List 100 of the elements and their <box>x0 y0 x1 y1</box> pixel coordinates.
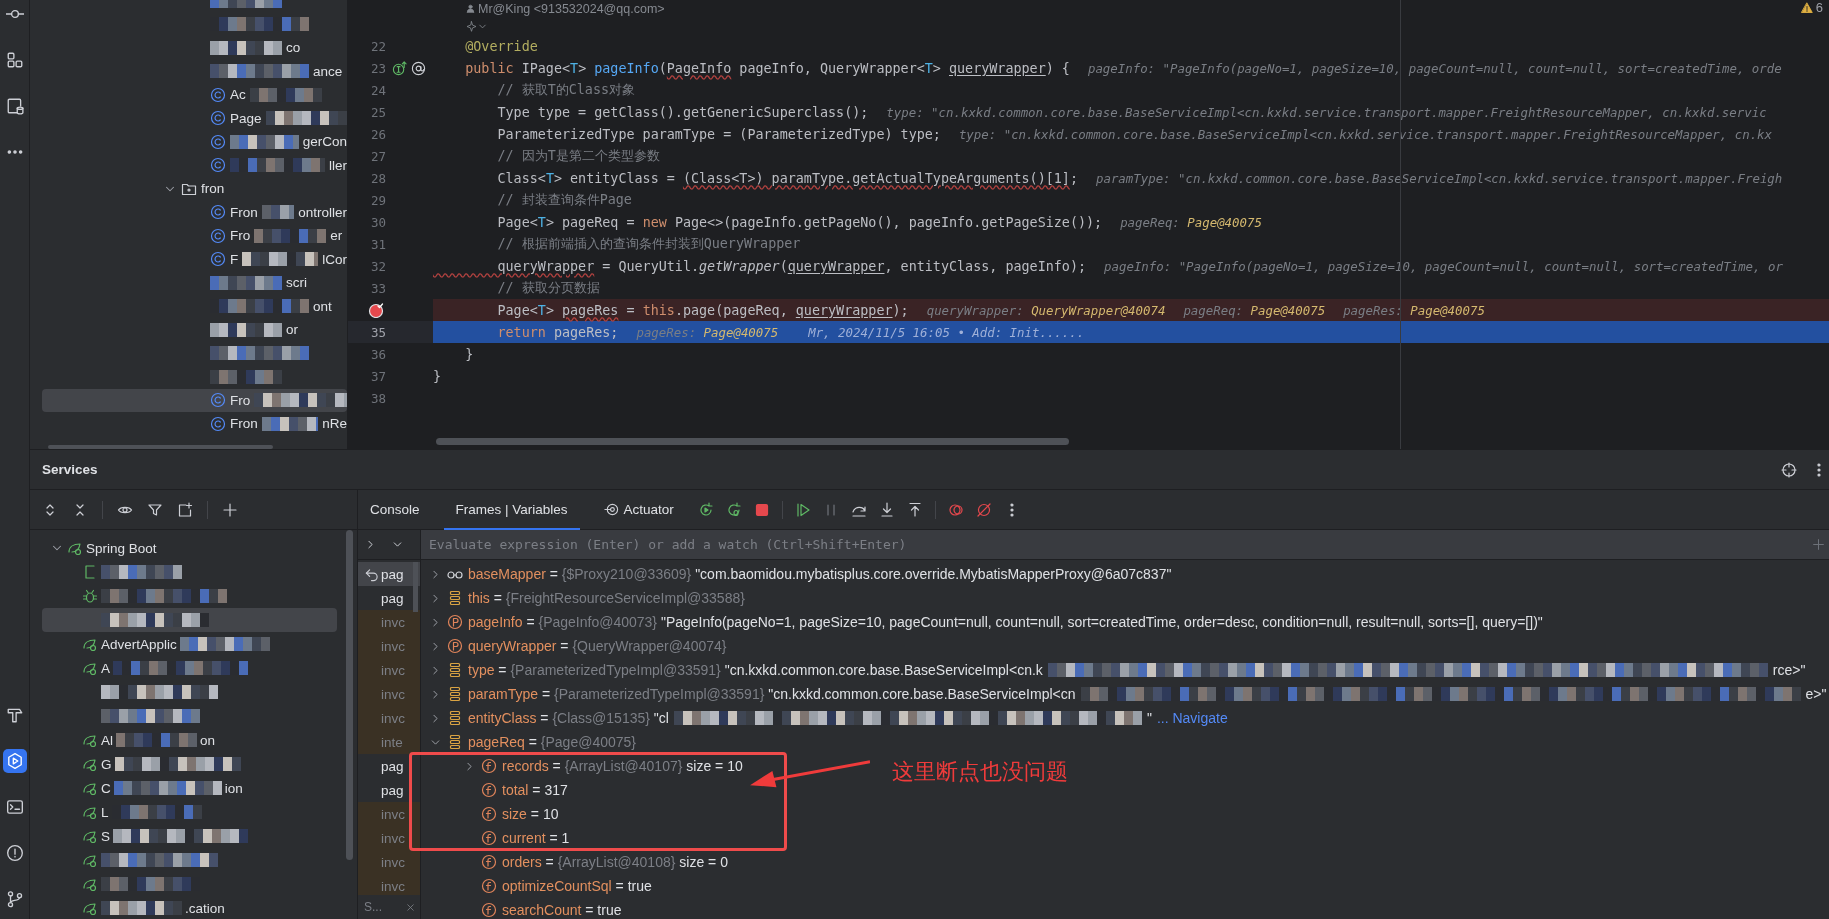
tree-item-label[interactable]: Ac <box>230 87 246 103</box>
variable-entry[interactable]: paramType = {ParameterizedTypeImpl@33591} "cn.kxkd.common.core.base.BaseServiceImpl<cn <box>468 686 1076 702</box>
tree-item[interactable]: ller <box>42 153 347 177</box>
tree-item-label[interactable]: ion <box>224 780 243 796</box>
variable-entry[interactable]: queryWrapper = {QueryWrapper@40074} <box>468 638 727 654</box>
variable-entry[interactable]: optimizeCountSql = true <box>502 878 652 894</box>
tree-item[interactable]: fron <box>42 177 347 201</box>
sparkle-icon[interactable] <box>466 20 477 32</box>
tree-item[interactable]: ance <box>42 59 347 83</box>
tree-item-label[interactable]: Al <box>101 732 113 748</box>
tree-item-label[interactable]: F <box>230 251 239 267</box>
tree-item-highlight[interactable] <box>42 608 337 632</box>
crosshair-icon[interactable] <box>1781 461 1797 478</box>
tree-item-label[interactable]: lCor <box>322 251 347 267</box>
tree-item[interactable]: AdvertApplic <box>42 632 337 656</box>
tree-item[interactable]: .cation <box>42 896 337 919</box>
tree-item-label[interactable]: L <box>101 804 109 820</box>
add-icon[interactable] <box>222 501 238 518</box>
tree-item[interactable]: A <box>42 656 337 680</box>
tree-item[interactable]: gerCon <box>42 130 347 154</box>
at-icon[interactable] <box>411 60 426 76</box>
scrollbar[interactable] <box>48 445 273 449</box>
implements-icon[interactable] <box>392 60 407 76</box>
frame-item[interactable]: pag <box>358 778 420 802</box>
filter-icon[interactable] <box>147 501 163 518</box>
tree-item-label[interactable]: .cation <box>185 900 225 916</box>
tree-item[interactable]: G <box>42 752 337 776</box>
tree-item[interactable]: or <box>42 318 347 342</box>
frame-item[interactable]: pag <box>358 586 420 610</box>
tree-item[interactable]: ont <box>42 294 347 318</box>
warning-count[interactable]: 6 <box>1815 0 1823 15</box>
tree-item-label[interactable]: ller <box>329 157 347 173</box>
tree-item-label[interactable]: Fro <box>230 228 251 244</box>
tree-item-label[interactable]: ance <box>313 63 343 79</box>
close-icon[interactable] <box>405 901 416 913</box>
new-tab-icon[interactable] <box>177 501 193 518</box>
breakpoints-icon[interactable] <box>947 501 964 518</box>
tree-item-label[interactable]: AdvertApplic <box>101 636 177 652</box>
tree-item-label[interactable]: co <box>286 40 301 56</box>
tab[interactable]: Actuator <box>591 489 686 530</box>
frame-item[interactable]: pag <box>358 562 420 586</box>
variable-entry[interactable]: pageReq = {Page@40075} <box>468 734 636 750</box>
scrollbar[interactable] <box>436 438 1069 445</box>
warning-icon[interactable] <box>1800 1 1813 14</box>
tree-item[interactable]: L <box>42 800 337 824</box>
tree-item-label[interactable]: ont <box>313 298 332 314</box>
tree-item[interactable]: C ion <box>42 776 337 800</box>
breakpoint-icon[interactable] <box>368 302 384 318</box>
services-icon[interactable] <box>2 749 27 773</box>
resume-icon[interactable] <box>794 501 811 518</box>
tree-item-label[interactable]: Fron <box>230 204 258 220</box>
variable-entry[interactable]: total = 317 <box>502 782 568 798</box>
tree-item-label[interactable]: fron <box>201 181 225 197</box>
tree-item-label[interactable]: C <box>101 780 111 796</box>
variable-entry[interactable]: size = 10 <box>502 806 559 822</box>
variable-entry[interactable]: this = {FreightResourceServiceImpl@33588} <box>468 590 745 606</box>
tree-item[interactable]: Fron nRe <box>42 412 347 436</box>
variable-entry[interactable]: pageInfo = {PageInfo@40073} "PageInfo(pageNo=1, pageSize=10, pageCount=null, count=null, sort=createdTime, order=desc, condition=null, result=null, sorts=[], query=[])" <box>468 614 1543 630</box>
variable-entry[interactable]: records = {ArrayList@40107} size = 10 <box>502 758 743 774</box>
rerun-debug-icon[interactable] <box>725 501 742 518</box>
tree-item-label[interactable]: scri <box>286 275 307 291</box>
tree-item-label[interactable]: Spring Boot <box>86 540 157 556</box>
tree-item-label[interactable]: Page <box>230 110 262 126</box>
variable-entry[interactable]: searchCount = true <box>502 902 622 918</box>
tree-item-label[interactable]: Fron <box>230 416 258 432</box>
author-label[interactable]: Mr@King <913532024@qq.com> <box>478 1 665 16</box>
tree-item-label[interactable]: gerCon <box>302 134 347 150</box>
tree-item-label[interactable]: er <box>330 228 343 244</box>
tree-item-label[interactable]: on <box>200 732 216 748</box>
tree-item-label[interactable]: nRe <box>322 416 347 432</box>
tree-item-label[interactable]: or <box>286 322 298 338</box>
thread-label[interactable]: S... <box>364 900 382 914</box>
variable-entry[interactable]: type = {ParameterizedTypeImpl@33591} "cn.kxkd.common.core.base.BaseServiceImpl<cn.k <box>468 662 1043 678</box>
tree-item[interactable]: S <box>42 824 337 848</box>
frame-item[interactable]: pag <box>358 754 420 778</box>
navigate-link[interactable]: ... Navigate <box>1156 710 1228 726</box>
scrollbar[interactable] <box>346 530 353 860</box>
tree-item[interactable]: co <box>42 36 347 60</box>
tree-item-label[interactable]: ontroller <box>298 204 347 220</box>
variable-entry[interactable]: entityClass = {Class@15135} "cl <box>468 710 669 726</box>
tree-item[interactable]: Fro <box>42 388 347 412</box>
tree-item[interactable]: scri <box>42 271 347 295</box>
variable-entry[interactable]: baseMapper = {$Proxy210@33609} "com.baomidou.mybatisplus.core.override.MybatisMapperProxy@6a07c837" <box>468 566 1172 582</box>
tree-item[interactable]: Fron ontroller <box>42 200 347 224</box>
variable-entry[interactable]: current = 1 <box>502 830 570 846</box>
stop-icon[interactable] <box>753 501 770 518</box>
tree-item-label[interactable]: A <box>101 660 110 676</box>
tree-item[interactable]: Ac <box>42 83 347 107</box>
step-out-icon[interactable] <box>906 501 923 518</box>
tree-item-label[interactable]: G <box>101 756 112 772</box>
tree-item[interactable]: Page <box>42 106 347 130</box>
mute-breakpoints-icon[interactable] <box>975 501 992 518</box>
tree-item-label[interactable]: S <box>101 828 110 844</box>
rerun-icon[interactable] <box>697 501 714 518</box>
tree-item-label[interactable]: Fro <box>230 392 251 408</box>
tree-item[interactable]: Fro er <box>42 224 347 248</box>
scrollbar[interactable] <box>413 562 418 612</box>
tree-item[interactable]: F lCor <box>42 247 347 271</box>
variable-entry[interactable]: orders = {ArrayList@40108} size = 0 <box>502 854 728 870</box>
tab[interactable]: Console <box>358 489 432 530</box>
